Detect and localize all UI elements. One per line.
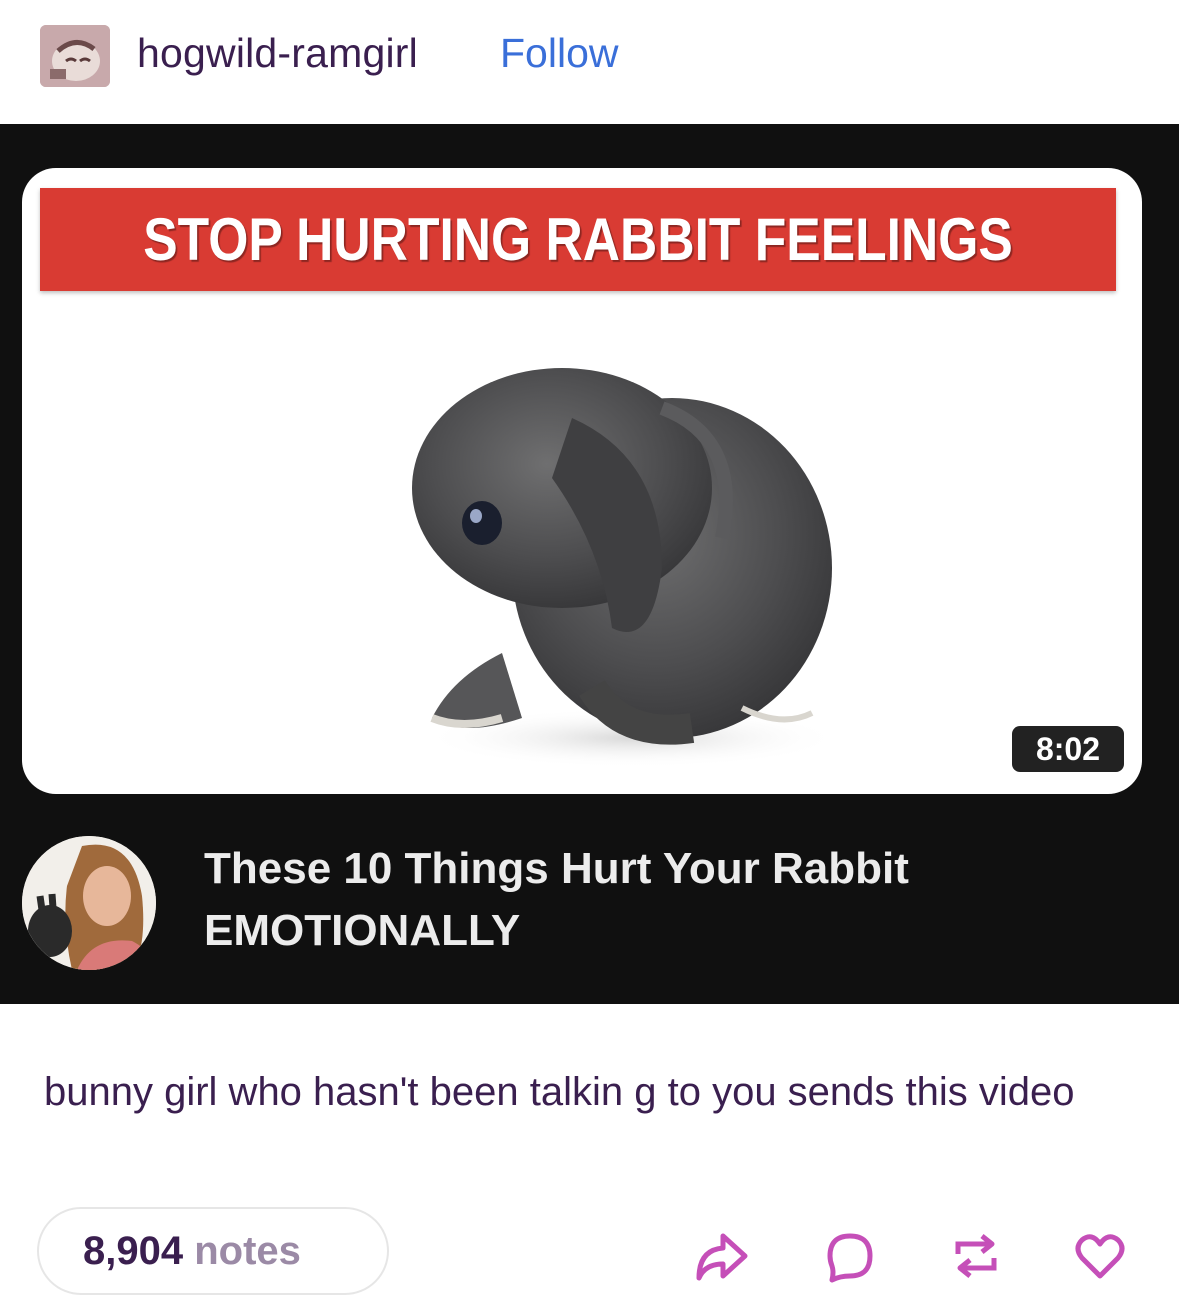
blog-username[interactable]: hogwild-ramgirl <box>137 30 418 77</box>
post-header: hogwild-ramgirl Follow <box>0 0 1179 124</box>
rabbit-image <box>412 368 842 768</box>
video-title[interactable]: These 10 Things Hurt Your Rabbit EMOTION… <box>204 838 1104 962</box>
video-title-line-1: These 10 Things Hurt Your Rabbit <box>204 844 909 893</box>
notes-count: 8,904 <box>83 1229 184 1273</box>
notes-label: notes <box>194 1229 301 1273</box>
notes-button[interactable]: 8,904 notes <box>37 1207 389 1295</box>
blog-avatar[interactable] <box>40 25 110 87</box>
video-title-line-2: EMOTIONALLY <box>204 906 521 955</box>
video-thumbnail[interactable]: STOP HURTING RABBIT FEELINGS 8:02 <box>22 168 1142 794</box>
banner-text: STOP HURTING RABBIT FEELINGS <box>143 206 1013 273</box>
post-caption: bunny girl who hasn't been talkin g to y… <box>44 1070 1075 1114</box>
video-duration: 8:02 <box>1012 726 1124 772</box>
like-icon[interactable] <box>1072 1228 1128 1284</box>
share-icon[interactable] <box>693 1228 749 1284</box>
follow-button[interactable]: Follow <box>500 30 618 77</box>
thumbnail-banner: STOP HURTING RABBIT FEELINGS <box>40 188 1116 291</box>
channel-avatar[interactable] <box>22 836 156 970</box>
video-screenshot: STOP HURTING RABBIT FEELINGS 8:02 These … <box>0 124 1179 1004</box>
reply-icon[interactable] <box>822 1228 878 1284</box>
reblog-icon[interactable] <box>948 1228 1004 1284</box>
